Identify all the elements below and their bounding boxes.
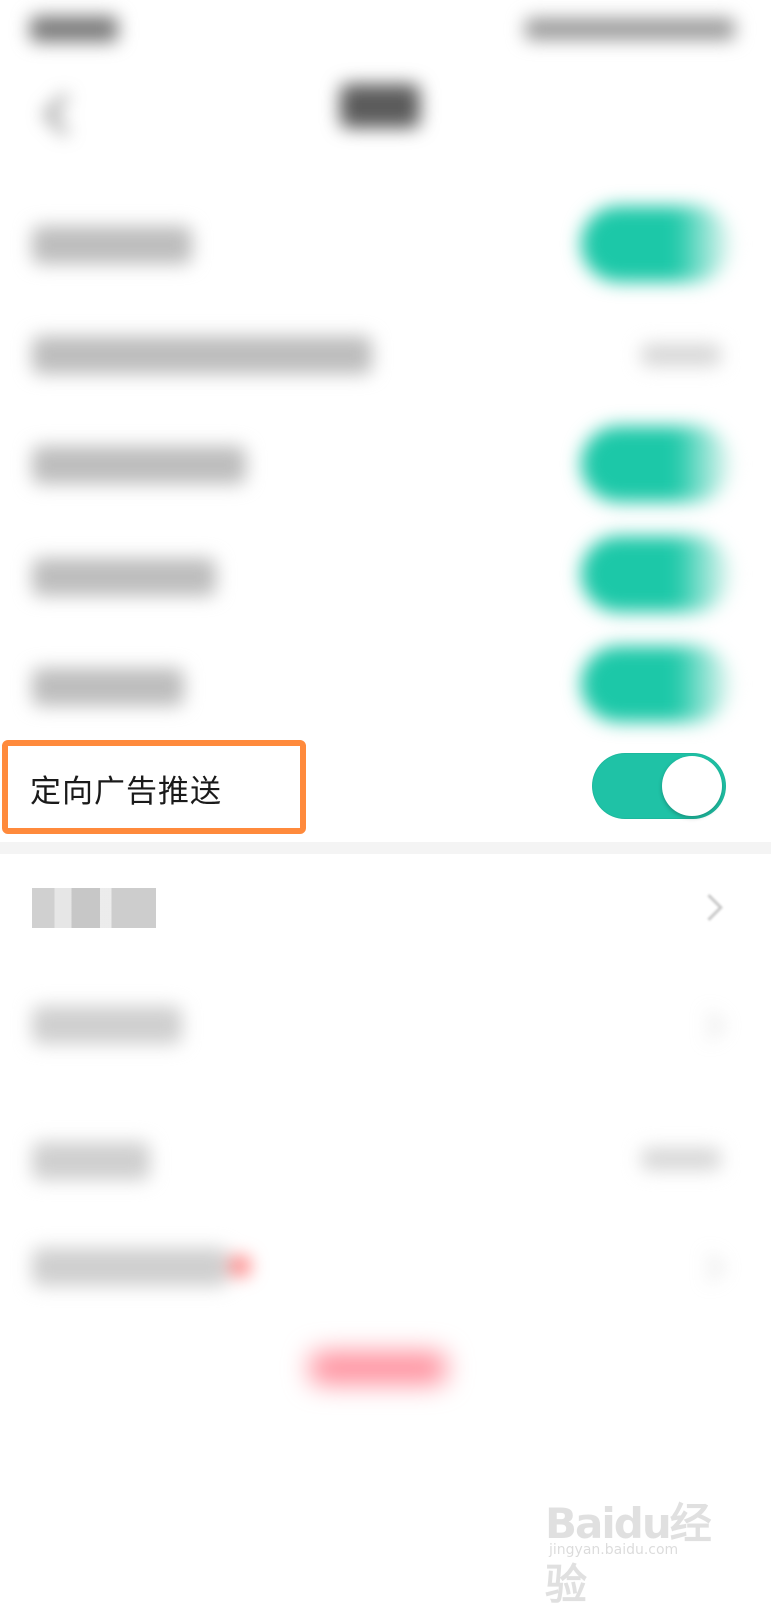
targeted-ads-row[interactable]: 定向广告推送 bbox=[0, 738, 771, 838]
settings-row-3[interactable] bbox=[0, 410, 771, 520]
notification-dot bbox=[230, 1256, 250, 1276]
settings-row-7[interactable] bbox=[0, 964, 771, 1084]
settings-row-label bbox=[32, 1006, 182, 1044]
settings-row-label bbox=[32, 1248, 228, 1286]
settings-row-4[interactable] bbox=[0, 520, 771, 630]
chevron-right-icon bbox=[696, 894, 723, 921]
section-divider bbox=[0, 842, 771, 854]
settings-row-label bbox=[32, 668, 184, 706]
settings-row-8[interactable] bbox=[0, 1100, 771, 1220]
logout-button[interactable] bbox=[310, 1352, 446, 1384]
page-title bbox=[340, 84, 420, 128]
baidu-jingyan-watermark: Baidu经验 jingyan.baidu.com bbox=[545, 1490, 745, 1609]
toggle-switch[interactable] bbox=[581, 646, 731, 722]
settings-row-label bbox=[32, 558, 216, 596]
settings-row-label bbox=[32, 1142, 150, 1180]
nav-bar bbox=[0, 60, 771, 170]
back-arrow-icon[interactable] bbox=[40, 86, 76, 142]
targeted-ads-toggle[interactable] bbox=[592, 753, 726, 819]
settings-row-2[interactable] bbox=[0, 300, 771, 410]
toggle-switch[interactable] bbox=[581, 536, 731, 612]
settings-row-value bbox=[641, 344, 721, 366]
settings-row-1[interactable] bbox=[0, 190, 771, 300]
chevron-right-icon bbox=[696, 1012, 723, 1039]
settings-row-5[interactable] bbox=[0, 630, 771, 740]
watermark-url: jingyan.baidu.com bbox=[549, 1542, 679, 1558]
settings-row-label bbox=[32, 226, 192, 264]
toggle-knob bbox=[662, 756, 722, 816]
targeted-ads-label: 定向广告推送 bbox=[30, 774, 222, 810]
status-icons bbox=[525, 18, 735, 40]
toggle-switch[interactable] bbox=[581, 426, 731, 502]
status-bar bbox=[0, 0, 771, 60]
settings-row-9[interactable] bbox=[0, 1210, 771, 1320]
settings-row-pixelated[interactable] bbox=[0, 854, 771, 964]
pixelated-label bbox=[32, 888, 156, 928]
chevron-right-icon bbox=[696, 1254, 723, 1281]
settings-row-value bbox=[641, 1148, 721, 1170]
settings-row-label bbox=[32, 336, 372, 374]
status-time bbox=[30, 16, 118, 42]
settings-row-label bbox=[32, 446, 246, 484]
toggle-switch[interactable] bbox=[581, 206, 731, 282]
